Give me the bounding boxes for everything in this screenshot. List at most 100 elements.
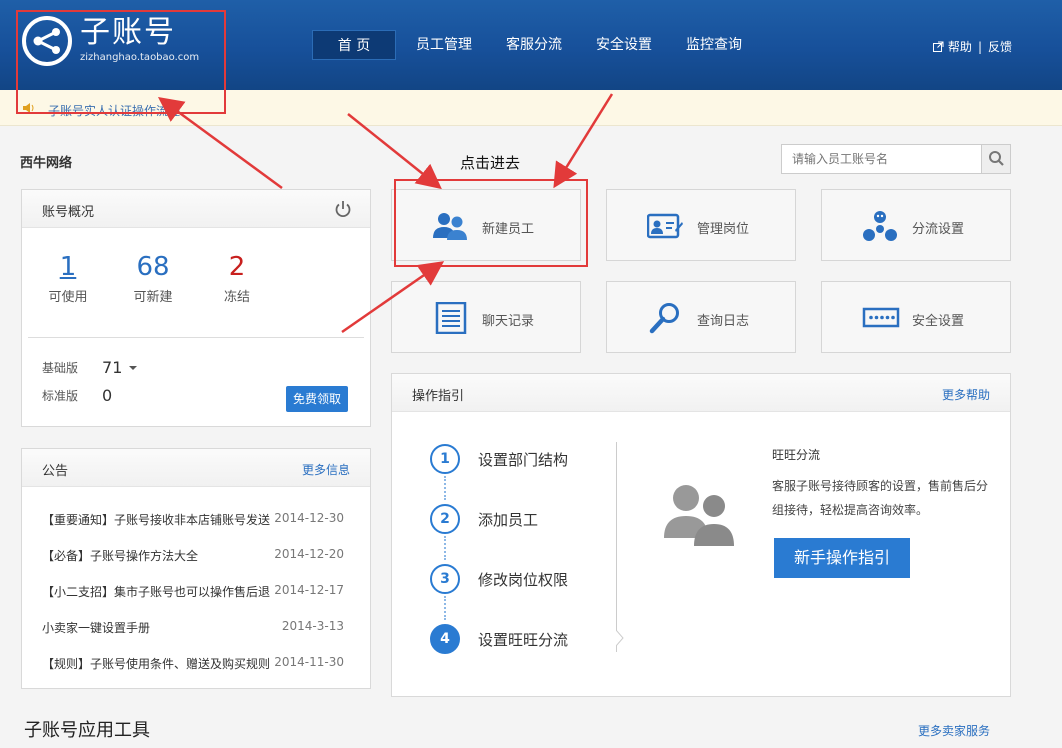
tile-security-settings-label: 安全设置 [912,314,965,329]
guide-detail-title: 旺旺分流 [772,448,821,462]
stat-available-label: 可使用 [48,290,88,305]
overview-panel: 账号概况 1 可使用 68 可新建 2 冻结 基础版 71 标准版 0 免费领取 [21,189,371,427]
help-link[interactable]: 帮助 [948,38,972,55]
header-bar: 子账号 zizhanghao.taobao.com 首 页 员工管理 客服分流 … [0,0,1062,90]
guide-step[interactable]: 4 设置旺旺分流 [430,624,568,654]
link-divider: | [977,39,982,54]
logo[interactable]: 子账号 zizhanghao.taobao.com [22,16,199,66]
plan-standard: 标准版 0 [42,386,112,405]
announcement-item-title[interactable]: 【重要通知】子账号接收非本店铺账号发送 [42,511,270,528]
announcement-item[interactable]: 【必备】子账号操作方法大全 2014-12-20 [42,547,344,563]
step-connector [444,476,446,500]
step-number: 1 [430,444,460,474]
announcement-item[interactable]: 【规则】子账号使用条件、赠送及购买规则 2014-11-30 [42,655,344,671]
nav-staff[interactable]: 员工管理 [402,30,486,60]
announcement-item[interactable]: 小卖家一键设置手册 2014-3-13 [42,619,344,635]
document-icon [435,302,467,334]
logo-domain: zizhanghao.taobao.com [80,52,200,63]
step-label[interactable]: 修改岗位权限 [478,569,568,590]
divider [28,337,364,338]
guide-step[interactable]: 1 设置部门结构 [430,444,568,474]
plan-standard-value: 0 [102,386,113,405]
plan-basic-value[interactable]: 71 [102,358,122,377]
tile-chat-records-label: 聊天记录 [482,314,535,329]
announcement-item-title[interactable]: 小卖家一键设置手册 [42,619,150,636]
tile-routing-settings-label: 分流设置 [912,222,965,237]
step-label[interactable]: 设置部门结构 [478,449,568,470]
tile-chat-records[interactable]: 聊天记录 [391,281,581,353]
chevron-right-icon [616,630,624,646]
step-number: 3 [430,564,460,594]
tile-routing-settings[interactable]: 分流设置 [821,189,1011,261]
plan-standard-label: 标准版 [42,389,79,403]
tile-new-staff-label: 新建员工 [482,222,535,237]
stat-frozen: 2 冻结 [207,252,267,305]
announcement-item-title[interactable]: 【必备】子账号操作方法大全 [42,547,198,564]
password-icon [862,307,900,328]
announcement-item[interactable]: 【小二支招】集市子账号也可以操作售后退 2014-12-17 [42,583,344,599]
tile-security-settings[interactable]: 安全设置 [821,281,1011,353]
tile-manage-positions-label: 管理岗位 [697,222,750,237]
more-info-link[interactable]: 更多信息 [302,461,350,478]
announcement-item-date: 2014-12-30 [274,511,344,525]
announcement-panel: 公告 更多信息 【重要通知】子账号接收非本店铺账号发送 2014-12-30 【必… [21,448,371,689]
tile-query-log-label: 查询日志 [697,314,750,329]
caret-down-icon[interactable] [128,364,138,372]
step-label[interactable]: 添加员工 [478,509,538,530]
step-connector [444,596,446,620]
logo-network-icon [22,16,72,66]
announcement-item-date: 2014-12-17 [274,583,344,597]
announcement-item-title[interactable]: 【小二支招】集市子账号也可以操作售后退 [42,583,270,600]
guide-title: 操作指引 [412,389,465,404]
feedback-link[interactable]: 反馈 [988,38,1012,55]
stat-frozen-label: 冻结 [223,290,250,305]
notice-link[interactable]: 子账号实人认证操作流程 [48,102,180,119]
tile-manage-positions[interactable]: 管理岗位 [606,189,796,261]
more-help-link[interactable]: 更多帮助 [942,386,990,403]
nav-home[interactable]: 首 页 [312,30,396,60]
external-link-icon [932,41,944,52]
users-icon [664,485,734,546]
announcement-item-date: 2014-12-20 [274,547,344,561]
guide-detail-desc: 客服子账号接待顾客的设置，售前售后分组接待，轻松提高咨询效率。 [772,479,989,517]
notice-bar: 子账号实人认证操作流程 [0,90,1062,126]
stat-creatable-value: 68 [136,252,170,282]
plan-basic: 基础版 71 [42,358,138,377]
announcement-item-title[interactable]: 【规则】子账号使用条件、赠送及购买规则 [42,655,270,672]
announcement-item-date: 2014-3-13 [281,619,344,633]
announcement-item-date: 2014-11-30 [274,655,344,669]
main-nav: 首 页 员工管理 客服分流 安全设置 监控查询 [312,30,762,60]
guide-step[interactable]: 2 添加员工 [430,504,538,534]
step-number: 2 [430,504,460,534]
stat-creatable-label: 可新建 [133,290,173,305]
click-hint: 点击进去 [460,154,521,172]
step-connector [444,536,446,560]
stat-creatable: 68 可新建 [123,252,183,305]
id-card-icon [647,213,683,239]
plan-basic-label: 基础版 [42,361,79,375]
power-icon[interactable] [334,200,352,218]
overview-title: 账号概况 [42,205,95,220]
stat-available[interactable]: 1 可使用 [38,252,98,305]
staff-search-input[interactable] [782,145,982,173]
search-button[interactable] [981,145,1010,173]
beginner-guide-button[interactable]: 新手操作指引 [774,538,910,578]
announcement-item[interactable]: 【重要通知】子账号接收非本店铺账号发送 2014-12-30 [42,511,344,527]
tile-new-staff[interactable]: 新建员工 [391,189,581,261]
guide-step[interactable]: 3 修改岗位权限 [430,564,568,594]
nav-monitor[interactable]: 监控查询 [672,30,756,60]
flow-icon [863,211,897,241]
staff-search [781,144,1011,174]
nav-service-routing[interactable]: 客服分流 [492,30,576,60]
logo-title: 子账号 [80,15,176,50]
speaker-icon [23,103,34,113]
step-number: 4 [430,624,460,654]
tools-title: 子账号应用工具 [24,720,150,741]
more-seller-services-link[interactable]: 更多卖家服务 [918,722,990,739]
free-claim-button[interactable]: 免费领取 [286,386,348,412]
step-label[interactable]: 设置旺旺分流 [478,629,568,650]
search-icon [989,151,1004,166]
tile-query-log[interactable]: 查询日志 [606,281,796,353]
nav-security[interactable]: 安全设置 [582,30,666,60]
stat-available-value[interactable]: 1 [38,252,98,282]
